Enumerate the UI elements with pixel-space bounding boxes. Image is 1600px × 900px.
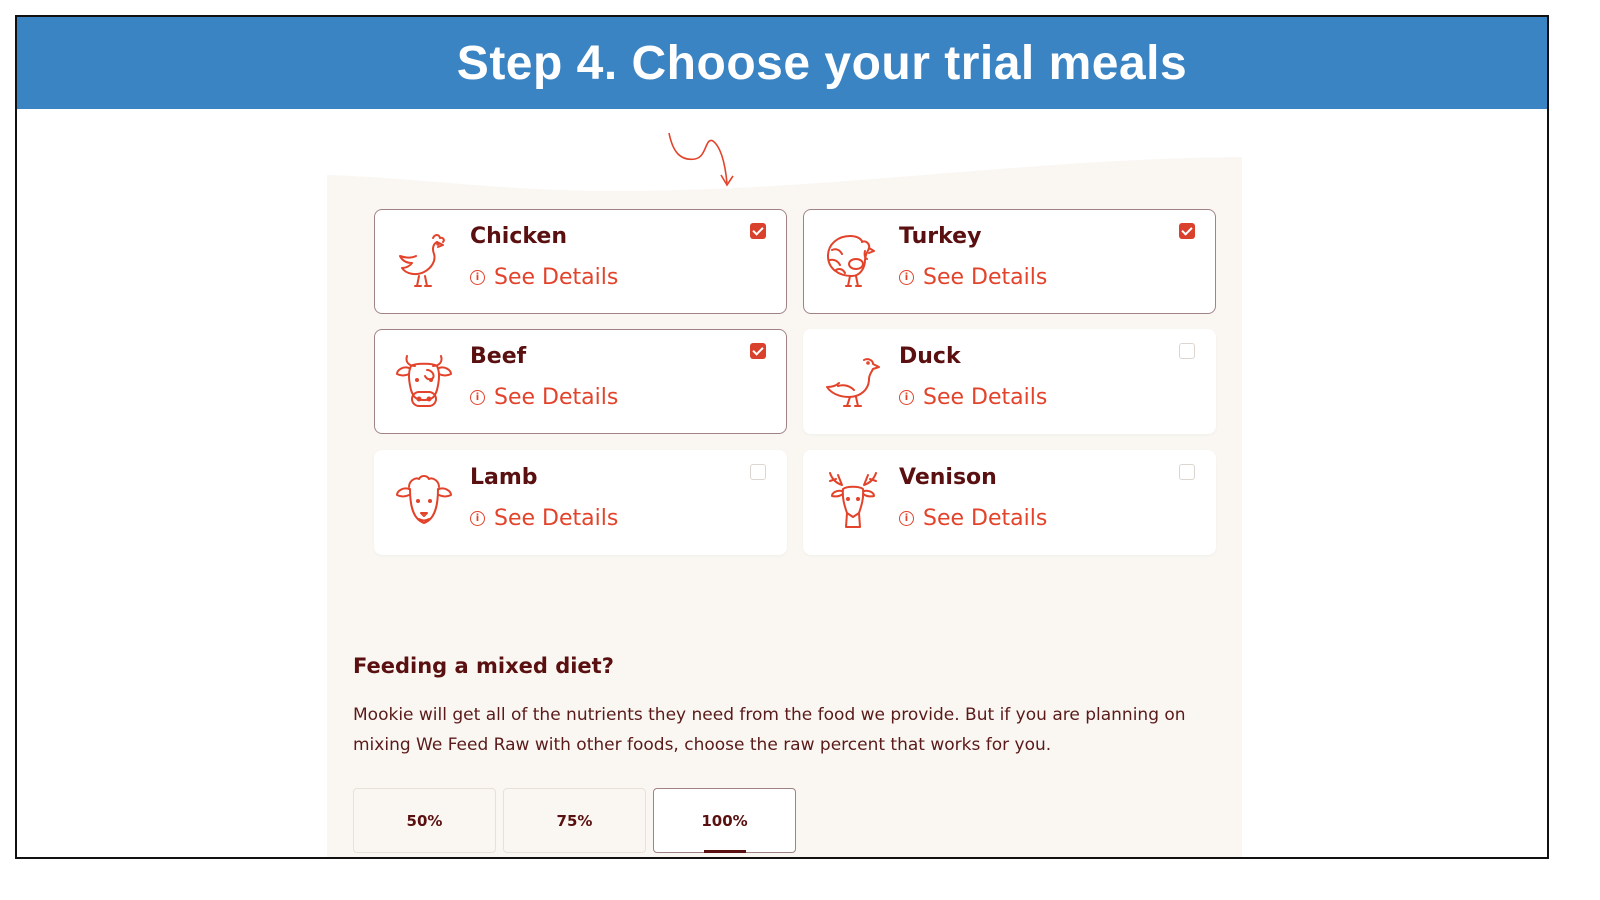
meal-card-turkey[interactable]: Turkey i See Details	[803, 209, 1216, 314]
meal-card-lamb[interactable]: Lamb i See Details	[374, 450, 787, 555]
see-details-label: See Details	[923, 385, 1048, 410]
raw-percent-option-50[interactable]: 50%	[353, 788, 496, 853]
see-details-label: See Details	[494, 385, 619, 410]
hand-drawn-arrow-icon	[668, 132, 734, 187]
cow-icon	[396, 355, 452, 407]
meal-card-venison[interactable]: Venison i See Details	[803, 450, 1216, 555]
raw-percent-option-100[interactable]: 100%	[653, 788, 796, 853]
meal-name: Lamb	[470, 465, 538, 490]
meal-name: Chicken	[470, 224, 568, 249]
step-banner: Step 4. Choose your trial meals	[17, 17, 1547, 109]
meal-name: Duck	[899, 344, 961, 369]
meal-card-duck[interactable]: Duck i See Details	[803, 329, 1216, 434]
meal-card-chicken[interactable]: Chicken i See Details	[374, 209, 787, 314]
meal-card-beef[interactable]: Beef i See Details	[374, 329, 787, 434]
see-details-label: See Details	[923, 506, 1048, 531]
see-details-link[interactable]: i See Details	[470, 385, 618, 410]
banner-title: Step 4. Choose your trial meals	[456, 36, 1188, 90]
meal-checkbox[interactable]	[750, 464, 766, 480]
info-icon: i	[470, 511, 485, 526]
meal-checkbox[interactable]	[1179, 223, 1195, 239]
see-details-link[interactable]: i See Details	[470, 506, 618, 531]
see-details-link[interactable]: i See Details	[899, 385, 1047, 410]
meal-name: Beef	[470, 344, 527, 369]
see-details-link[interactable]: i See Details	[899, 265, 1047, 290]
meal-checkbox[interactable]	[750, 343, 766, 359]
deer-icon	[829, 472, 877, 528]
sheep-icon	[396, 475, 452, 524]
see-details-label: See Details	[494, 265, 619, 290]
meal-checkbox[interactable]	[1179, 464, 1195, 480]
info-icon: i	[899, 390, 914, 405]
duck-icon	[826, 358, 880, 407]
meal-name: Turkey	[899, 224, 982, 249]
see-details-link[interactable]: i See Details	[899, 506, 1047, 531]
meal-checkbox[interactable]	[1179, 343, 1195, 359]
raw-percent-option-75[interactable]: 75%	[503, 788, 646, 853]
mixed-diet-description: Mookie will get all of the nutrients the…	[353, 705, 1186, 755]
see-details-label: See Details	[923, 265, 1048, 290]
meal-selection-panel: Chicken i See Details Turkey i See Detai…	[327, 109, 1242, 857]
info-icon: i	[470, 270, 485, 285]
mixed-diet-title: Feeding a mixed diet?	[353, 654, 614, 678]
panel-wave-background	[327, 109, 1242, 199]
chicken-icon	[399, 234, 445, 287]
meal-checkbox[interactable]	[750, 223, 766, 239]
info-icon: i	[470, 390, 485, 405]
see-details-link[interactable]: i See Details	[470, 265, 618, 290]
screenshot-frame: Step 4. Choose your trial meals Chicken …	[15, 15, 1549, 859]
turkey-icon	[827, 235, 875, 287]
info-icon: i	[899, 270, 914, 285]
see-details-label: See Details	[494, 506, 619, 531]
meal-name: Venison	[899, 465, 997, 490]
info-icon: i	[899, 511, 914, 526]
